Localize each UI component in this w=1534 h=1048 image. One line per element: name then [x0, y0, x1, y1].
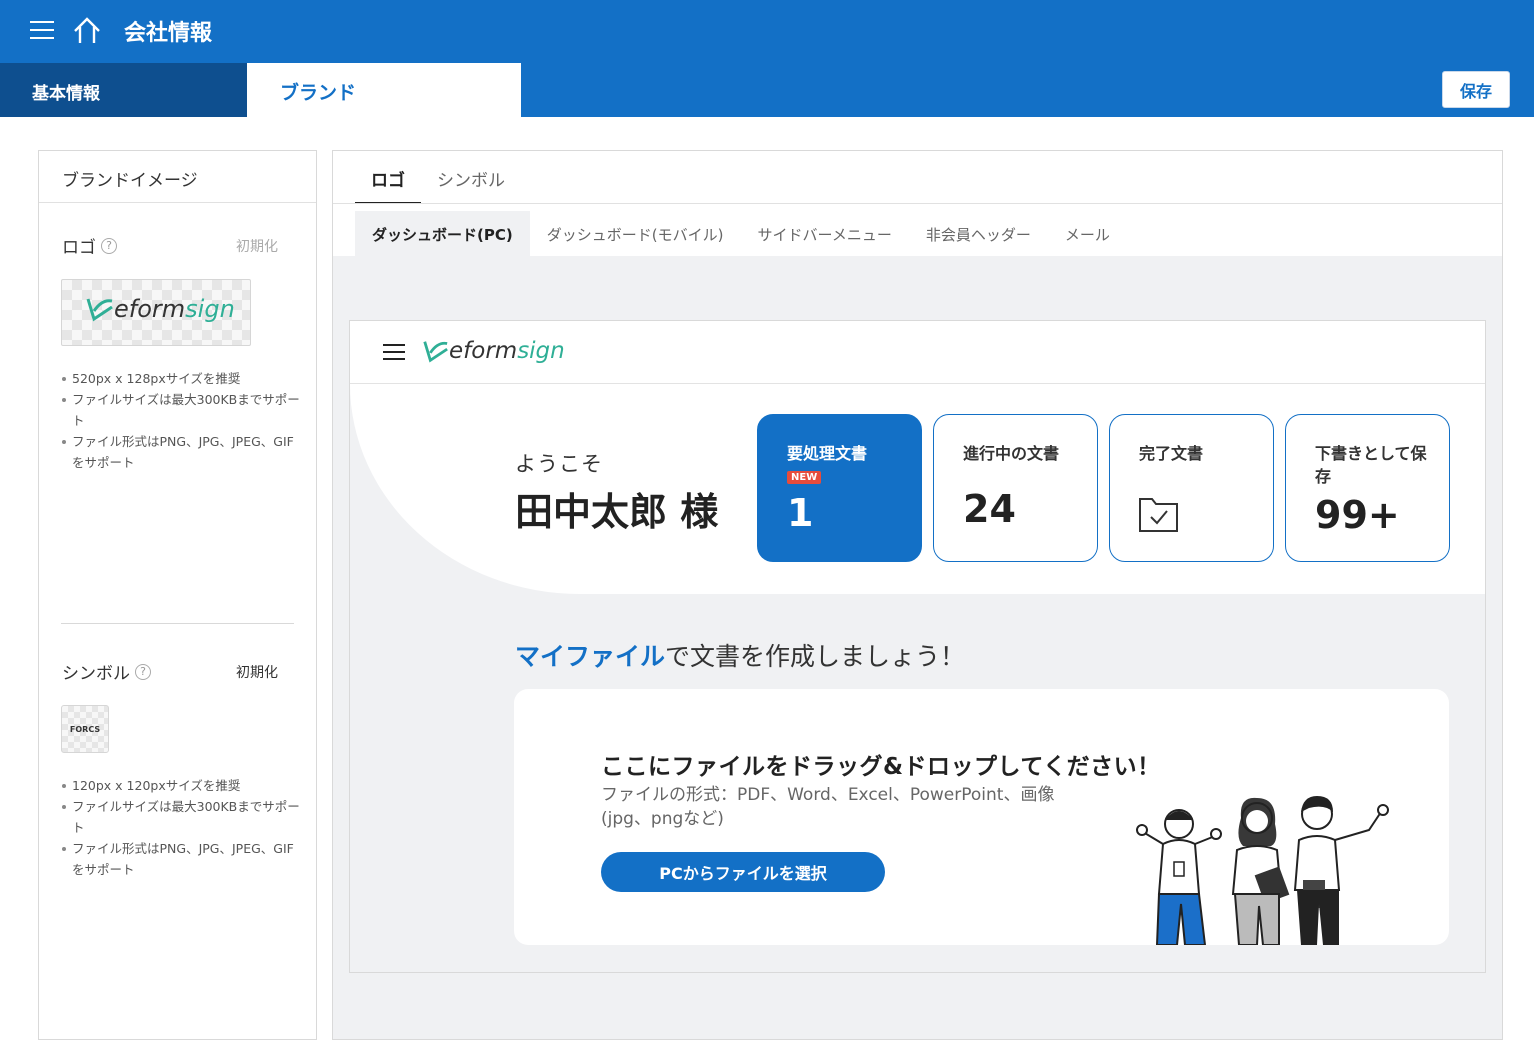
symbol-notes: 120px x 120pxサイズを推奨 ファイルサイズは最大300KBまでサポー…	[61, 775, 301, 880]
hamburger-menu-icon[interactable]	[30, 21, 54, 41]
logo-section-heading: ロゴ ?	[62, 233, 117, 258]
logo-notes: 520px x 128pxサイズを推奨 ファイルサイズは最大300KBまでサポー…	[61, 368, 301, 473]
tab-brand[interactable]: ブランド	[247, 63, 521, 117]
eformsign-mark-icon	[86, 298, 113, 322]
preview-panel-tabs: ロゴ シンボル ダッシュボード(PC) ダッシュボード(モバイル) サイドバーメ…	[333, 151, 1502, 256]
card-title: 完了文書	[1139, 444, 1204, 463]
eformsign-mark-icon	[423, 341, 448, 363]
symbol-reset-button[interactable]: 初期化	[236, 662, 278, 682]
save-button[interactable]: 保存	[1442, 71, 1510, 108]
list-item: ファイル形式はPNG、JPG、JPEG、GIFをサポート	[61, 431, 301, 473]
user-name: 田中太郎 様	[515, 490, 719, 534]
card-value: 99+	[1315, 493, 1400, 537]
symbol-section-heading: シンボル ?	[62, 659, 151, 684]
list-item: 520px x 128pxサイズを推奨	[61, 368, 301, 389]
symbol-label: シンボル	[62, 664, 130, 684]
list-item: ファイル形式はPNG、JPG、JPEG、GIFをサポート	[61, 838, 301, 880]
folder-check-icon	[1139, 498, 1178, 532]
select-file-button[interactable]: PCからファイルを選択	[601, 852, 885, 892]
help-icon[interactable]: ?	[135, 663, 151, 680]
divider	[61, 623, 294, 624]
logo-text-sign: sign	[517, 338, 565, 364]
page-title: 会社情報	[124, 21, 213, 46]
tab-divider	[333, 203, 1502, 204]
card-title: 要処理文書	[787, 444, 868, 463]
logo-text-eform: eform	[449, 338, 518, 364]
subtab-dashboard-mobile[interactable]: ダッシュボード(モバイル)	[530, 211, 741, 256]
hamburger-menu-icon	[383, 344, 405, 362]
logo-text-eform: eform	[114, 295, 186, 323]
logo-preview-box[interactable]: eform sign	[61, 279, 251, 346]
card-value: 1	[787, 491, 814, 535]
card-title: 進行中の文書	[963, 444, 1060, 463]
new-badge: NEW	[787, 471, 822, 484]
card-drafts[interactable]: 下書きとして保存 99+	[1285, 414, 1450, 562]
card-completed-documents[interactable]: 完了文書	[1109, 414, 1274, 562]
list-item: 120px x 120pxサイズを推奨	[61, 775, 301, 796]
subtab-email[interactable]: メール	[1048, 211, 1127, 256]
preview-header: eform sign	[350, 321, 1485, 384]
subtab-guest-header[interactable]: 非会員ヘッダー	[909, 211, 1048, 256]
main-tabs: ロゴ シンボル	[355, 151, 521, 204]
home-icon[interactable]	[72, 16, 102, 46]
tab-logo[interactable]: ロゴ	[355, 151, 421, 204]
help-icon[interactable]: ?	[101, 237, 117, 254]
sub-tabs: ダッシュボード(PC) ダッシュボード(モバイル) サイドバーメニュー 非会員ヘ…	[355, 211, 1127, 256]
card-pending-documents[interactable]: 要処理文書 NEW 1	[757, 414, 922, 562]
myfile-rest: で文書を作成しましょう！	[665, 642, 966, 671]
brand-image-panel: ブランドイメージ ロゴ ? 初期化 eform sign 520px x 128p…	[38, 150, 317, 1040]
list-item: ファイルサイズは最大300KBまでサポート	[61, 796, 301, 838]
subtab-dashboard-pc[interactable]: ダッシュボード(PC)	[355, 211, 530, 256]
myfile-highlight: マイファイル	[515, 642, 666, 671]
forcs-symbol: FORCS	[69, 724, 101, 734]
card-in-progress-documents[interactable]: 進行中の文書 24	[933, 414, 1098, 562]
tab-symbol[interactable]: シンボル	[421, 151, 521, 204]
logo-label: ロゴ	[62, 238, 96, 258]
section-tabs: 基本情報 ブランド 保存	[0, 63, 1534, 117]
list-item: ファイルサイズは最大300KBまでサポート	[61, 389, 301, 431]
eformsign-logo: eform sign	[421, 337, 565, 365]
logo-reset-button[interactable]: 初期化	[236, 236, 278, 256]
panel-title: ブランドイメージ	[39, 151, 316, 203]
card-value: 24	[963, 487, 1016, 531]
welcome-text: ようこそ	[515, 452, 603, 476]
top-header: 会社情報	[0, 0, 1534, 63]
card-title: 下書きとして保存	[1315, 444, 1427, 486]
drop-title: ここにファイルをドラッグ&ドロップしてください！	[601, 754, 1161, 780]
preview-panel: ロゴ シンボル ダッシュボード(PC) ダッシュボード(モバイル) サイドバーメ…	[332, 150, 1503, 1040]
drop-description: ファイルの形式：PDF、Word、Excel、PowerPoint、画像(jpg…	[601, 785, 1055, 829]
file-drop-area[interactable]: ここにファイルをドラッグ&ドロップしてください！ ファイルの形式：PDF、Wor…	[514, 689, 1449, 945]
tab-basic-info[interactable]: 基本情報	[0, 63, 247, 117]
logo-text-sign: sign	[185, 295, 235, 323]
team-illustration	[1136, 796, 1389, 945]
eformsign-logo: eform sign	[84, 295, 235, 323]
dashboard-preview: eform sign ようこそ 田中太郎 様 要処理文書 NEW 1 進行中の文書…	[349, 320, 1486, 973]
myfile-heading: マイファイルで文書を作成しましょう！	[515, 637, 965, 673]
symbol-preview-box[interactable]: FORCS	[61, 705, 109, 753]
subtab-sidebar-menu[interactable]: サイドバーメニュー	[740, 211, 908, 256]
